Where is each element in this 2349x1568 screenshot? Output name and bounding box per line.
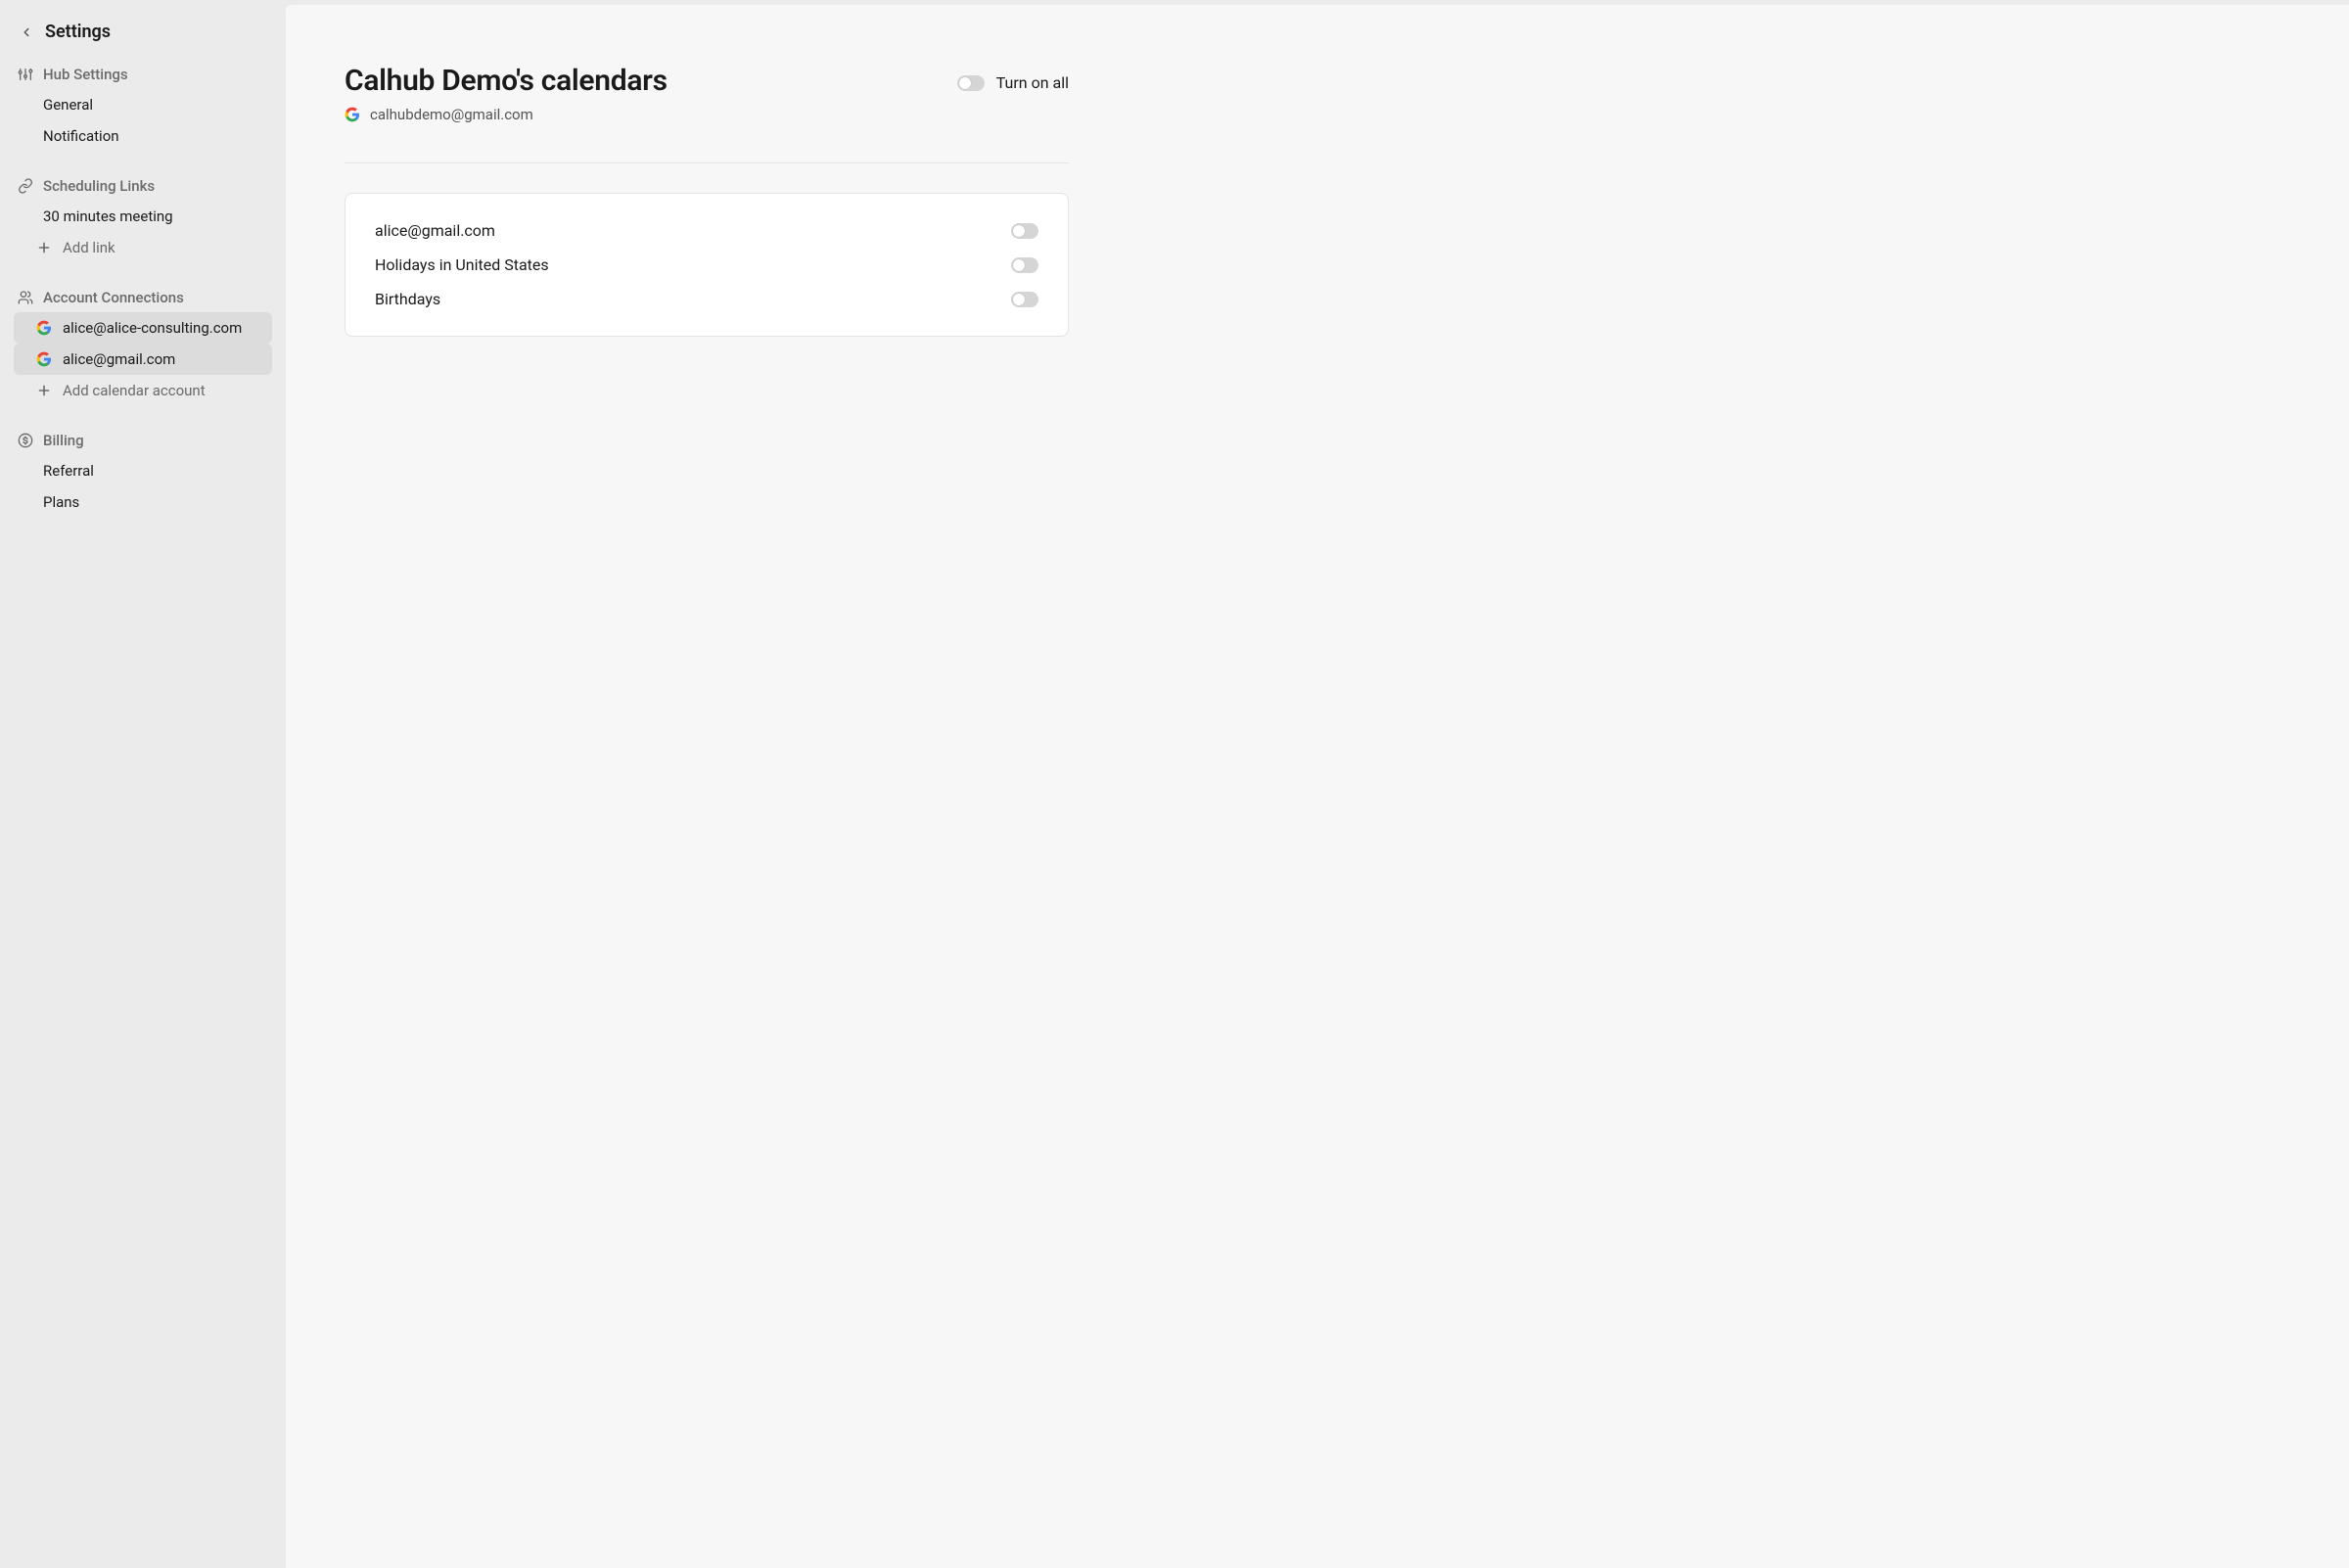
sidebar-item-general[interactable]: General	[14, 89, 272, 120]
calendar-name: Birthdays	[375, 290, 440, 308]
turn-on-all-toggle[interactable]	[957, 75, 985, 91]
plus-icon	[35, 239, 53, 256]
dollar-icon	[18, 433, 33, 448]
sidebar-section-accounts: Account Connections alice@alice-consulti…	[14, 283, 272, 406]
calendars-card: alice@gmail.com Holidays in United State…	[345, 193, 1069, 337]
sidebar-item-label: General	[43, 96, 93, 114]
section-title-label: Hub Settings	[43, 66, 128, 83]
google-icon	[35, 319, 53, 337]
sidebar-section-scheduling: Scheduling Links 30 minutes meeting Add …	[14, 171, 272, 263]
sliders-icon	[18, 67, 33, 82]
calendar-row: alice@gmail.com	[375, 213, 1038, 248]
section-title-label: Billing	[43, 432, 84, 449]
section-title-label: Account Connections	[43, 289, 184, 306]
plus-icon	[35, 382, 53, 399]
divider	[345, 162, 1069, 163]
sidebar-item-label: alice@gmail.com	[63, 350, 175, 368]
sidebar-item-notification[interactable]: Notification	[14, 120, 272, 152]
link-icon	[18, 178, 33, 194]
sidebar-item-account-1[interactable]: alice@gmail.com	[14, 344, 272, 375]
sidebar-item-account-0[interactable]: alice@alice-consulting.com	[14, 312, 272, 344]
calendar-row: Birthdays	[375, 282, 1038, 316]
calendar-name: Holidays in United States	[375, 255, 549, 274]
account-email: calhubdemo@gmail.com	[370, 106, 533, 123]
sidebar-item-label: Notification	[43, 127, 119, 145]
calendar-toggle[interactable]	[1011, 223, 1038, 239]
sidebar-header: Settings	[14, 18, 272, 60]
sidebar-item-add-account[interactable]: Add calendar account	[14, 375, 272, 406]
sidebar-item-plans[interactable]: Plans	[14, 486, 272, 518]
sidebar-section-billing: Billing Referral Plans	[14, 426, 272, 518]
account-subheader: calhubdemo@gmail.com	[345, 106, 668, 123]
sidebar-section-hub: Hub Settings General Notification	[14, 60, 272, 152]
sidebar-item-label: Plans	[43, 493, 79, 511]
sidebar-item-add-link[interactable]: Add link	[14, 232, 272, 263]
sidebar-title: Settings	[45, 22, 111, 42]
page-title: Calhub Demo's calendars	[345, 64, 668, 98]
sidebar: Settings Hub Settings General Notificati…	[0, 0, 286, 1568]
calendar-name: alice@gmail.com	[375, 221, 495, 240]
sidebar-item-label: 30 minutes meeting	[43, 208, 173, 225]
sidebar-item-label: Add link	[63, 239, 115, 256]
turn-on-all-label: Turn on all	[996, 73, 1069, 92]
google-icon	[35, 350, 53, 368]
users-icon	[18, 290, 33, 305]
google-icon	[345, 107, 360, 122]
section-title-scheduling: Scheduling Links	[14, 171, 272, 201]
main-panel: Calhub Demo's calendars calhubdemo@gmail…	[286, 5, 2349, 1568]
sidebar-item-30min-meeting[interactable]: 30 minutes meeting	[14, 201, 272, 232]
sidebar-item-referral[interactable]: Referral	[14, 455, 272, 486]
section-title-hub: Hub Settings	[14, 60, 272, 89]
sidebar-item-label: Add calendar account	[63, 382, 206, 399]
section-title-billing: Billing	[14, 426, 272, 455]
calendar-row: Holidays in United States	[375, 248, 1038, 282]
sidebar-item-label: alice@alice-consulting.com	[63, 319, 242, 337]
turn-on-all: Turn on all	[957, 73, 1069, 92]
calendar-toggle[interactable]	[1011, 257, 1038, 273]
back-icon[interactable]	[18, 23, 35, 41]
calendar-toggle[interactable]	[1011, 292, 1038, 307]
sidebar-item-label: Referral	[43, 462, 94, 480]
section-title-label: Scheduling Links	[43, 177, 155, 195]
section-title-accounts: Account Connections	[14, 283, 272, 312]
